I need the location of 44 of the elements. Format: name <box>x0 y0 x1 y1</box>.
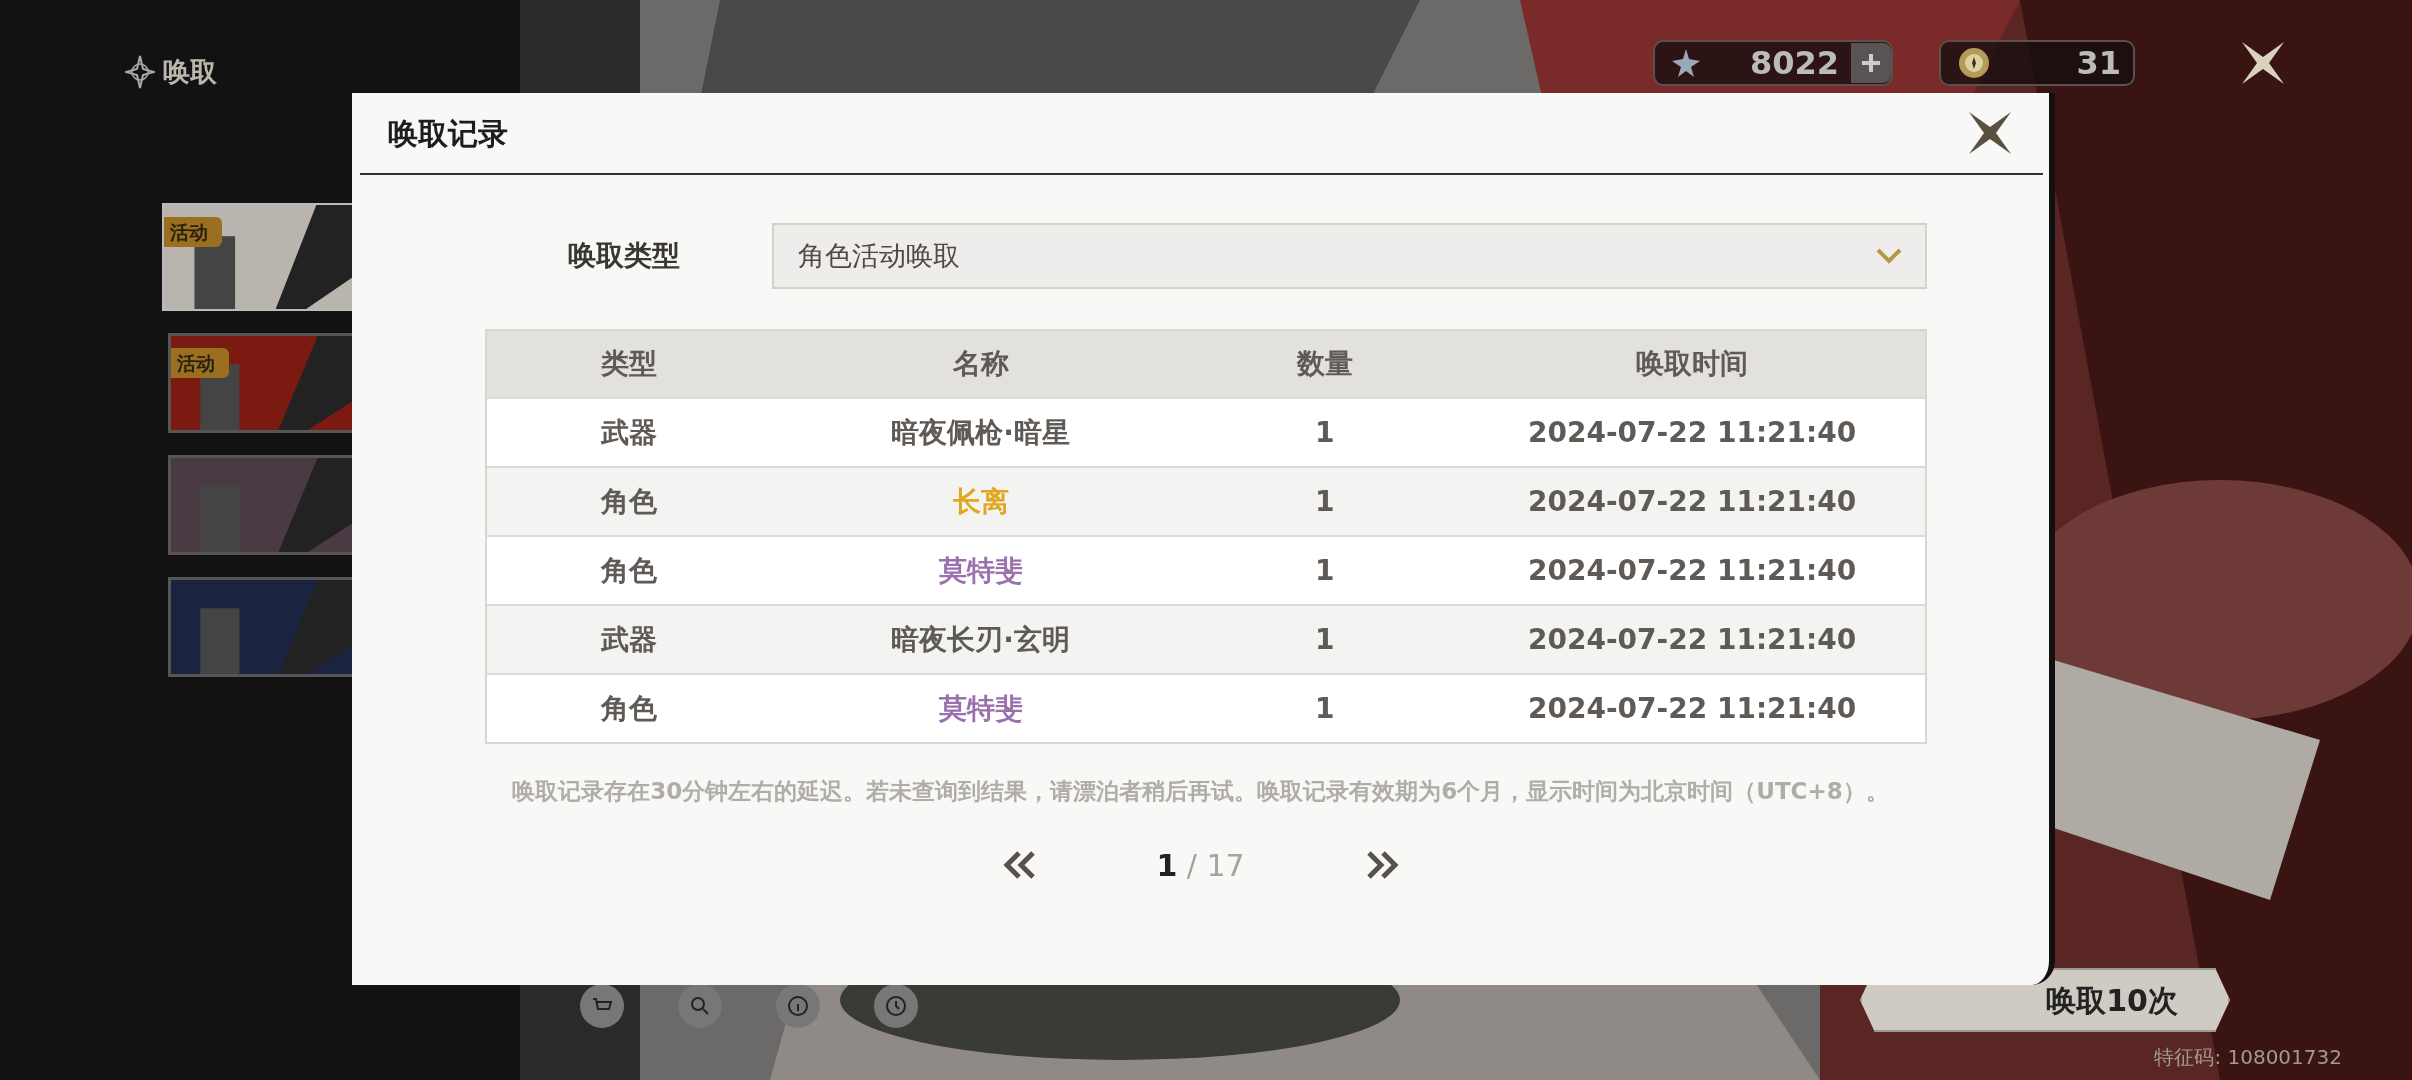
star-icon <box>1671 48 1701 78</box>
current-page: 1 <box>1156 847 1178 883</box>
table-cell-text: 2024-07-22 11:21:40 <box>1527 621 1858 658</box>
column-header: 类型 <box>600 346 659 382</box>
event-badge: 活动 <box>171 347 229 378</box>
dialog-title: 唤取记录 <box>388 114 508 153</box>
table-cell-text: 2024-07-22 11:21:40 <box>1527 552 1858 589</box>
table-cell-text: 角色 <box>599 483 659 520</box>
table-cell-text: 角色 <box>599 552 659 589</box>
table-cell-text: 武器 <box>600 621 659 658</box>
player-id: 特征码: 108001732 <box>2154 1044 2342 1071</box>
table-cell-text: 1 <box>1313 483 1336 520</box>
table-cell-text: 暗夜长刃·玄明 <box>890 621 1071 658</box>
currency-amount: 8022 <box>1748 43 1840 84</box>
close-button[interactable] <box>1967 110 2013 156</box>
table-cell-text: 1 <box>1313 552 1336 589</box>
plus-icon <box>1860 52 1882 74</box>
table-cell-text: 暗夜佩枪·暗星 <box>890 414 1071 451</box>
page-title: 唤取 <box>163 55 217 89</box>
table-cell-text: 1 <box>1313 621 1336 658</box>
add-button[interactable] <box>1851 43 1891 83</box>
table-cell-text: 莫特斐 <box>937 552 1024 589</box>
filter-label: 唤取类型 <box>568 238 681 274</box>
page-total: / 17 <box>1186 847 1245 883</box>
coin-icon <box>1957 46 1991 80</box>
currency-amount: 31 <box>2075 43 2122 84</box>
event-badge: 活动 <box>164 216 222 247</box>
table-cell-text: 角色 <box>599 690 659 727</box>
chevron-down-icon <box>1875 247 1903 265</box>
table-cell-text: 1 <box>1313 414 1336 451</box>
column-header: 名称 <box>951 346 1010 382</box>
table-cell-text: 2024-07-22 11:21:40 <box>1527 690 1858 727</box>
table-cell-text: 2024-07-22 11:21:40 <box>1527 483 1858 520</box>
notice-text: 唤取记录存在30分钟左右的延迟。若未查询到结果，请漂泊者稍后再试。唤取记录有效期为6个月，显示时间为北京时间（UTC+8）。 <box>511 777 1890 806</box>
table-cell-text: 2024-07-22 11:21:40 <box>1527 414 1858 451</box>
column-header: 唤取时间 <box>1635 346 1750 382</box>
close-icon[interactable] <box>2240 40 2286 86</box>
diamond-icon <box>125 55 155 90</box>
table-cell-text: 武器 <box>600 414 659 451</box>
type-dropdown[interactable]: 角色活动唤取 <box>772 223 1927 289</box>
table-cell-text: 莫特斐 <box>937 690 1024 727</box>
table-cell-text: 长离 <box>951 483 1010 520</box>
table-cell-text: 1 <box>1313 690 1336 727</box>
column-header: 数量 <box>1295 346 1354 382</box>
